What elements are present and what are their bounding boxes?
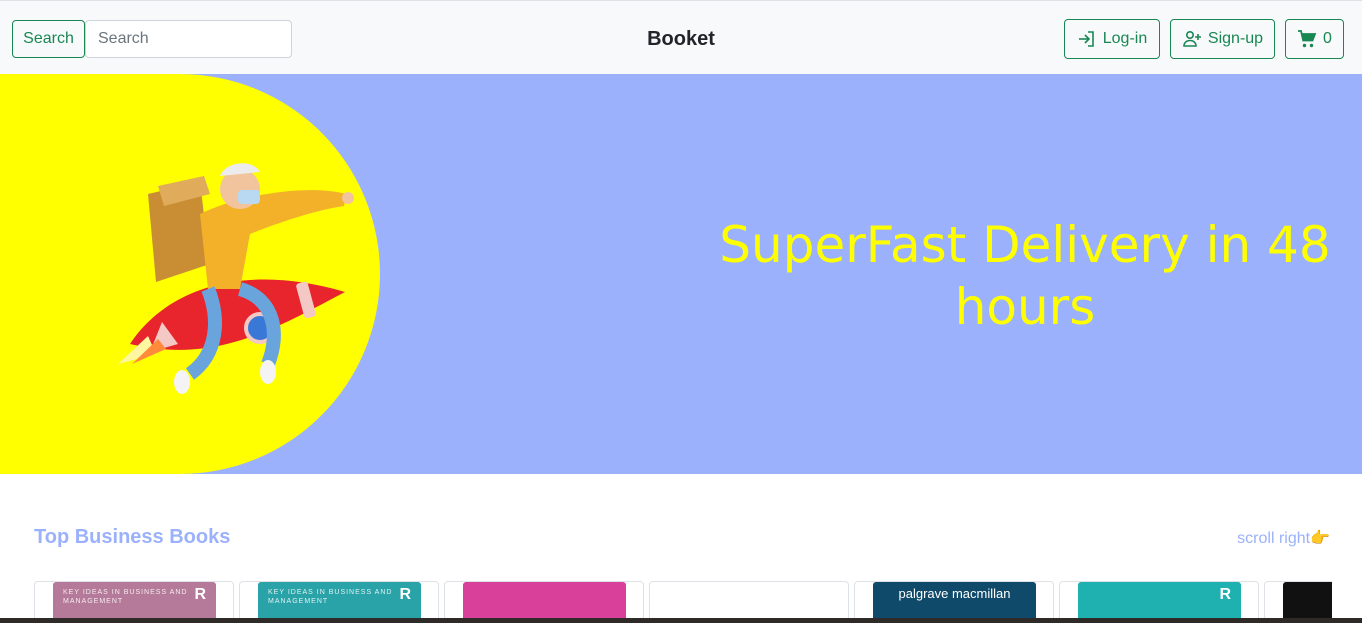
delivery-rocket-illustration xyxy=(118,163,354,394)
book-card[interactable]: KEY IDEAS IN BUSINESS AND MANAGEMENT R xyxy=(34,581,234,623)
publisher-logo: R xyxy=(1219,586,1231,603)
cover-title: KEY IDEAS IN BUSINESS AND MANAGEMENT xyxy=(268,589,393,605)
book-cover[interactable] xyxy=(1283,582,1332,622)
hero-banner: SuperFast Delivery in 48 hours xyxy=(0,74,1362,474)
book-cover[interactable]: KEY IDEAS IN BUSINESS AND MANAGEMENT R xyxy=(53,582,216,622)
person-plus-icon xyxy=(1183,30,1201,47)
book-cover[interactable]: KEY IDEAS IN BUSINESS AND MANAGEMENT R xyxy=(258,582,421,622)
book-carousel[interactable]: KEY IDEAS IN BUSINESS AND MANAGEMENT R K… xyxy=(34,581,1332,623)
cart-count: 0 xyxy=(1323,30,1332,47)
book-card[interactable] xyxy=(444,581,644,623)
book-card[interactable]: R xyxy=(1059,581,1259,623)
login-button[interactable]: Log-in xyxy=(1064,19,1160,59)
cart-icon xyxy=(1298,30,1317,48)
signup-button[interactable]: Sign-up xyxy=(1170,19,1275,59)
book-card[interactable]: KEY IDEAS IN BUSINESS AND MANAGEMENT R xyxy=(239,581,439,623)
navbar: Search Booket Log-in Sign-up 0 xyxy=(0,0,1362,74)
book-card[interactable]: palgrave macmillan xyxy=(854,581,1054,623)
publisher-logo: R xyxy=(399,586,411,603)
publisher-name: palgrave macmillan xyxy=(898,586,1011,601)
login-icon xyxy=(1078,31,1094,47)
cover-title: KEY IDEAS IN BUSINESS AND MANAGEMENT xyxy=(63,589,188,605)
book-cover[interactable] xyxy=(668,582,831,622)
search-input[interactable] xyxy=(85,20,292,58)
scroll-hint: scroll right👉 xyxy=(1237,530,1330,547)
book-card[interactable] xyxy=(1264,581,1332,623)
login-label: Log-in xyxy=(1102,30,1148,47)
hero-headline: SuperFast Delivery in 48 hours xyxy=(719,216,1331,336)
search-button[interactable]: Search xyxy=(12,20,85,58)
publisher-logo: R xyxy=(194,586,206,603)
book-cover[interactable]: R xyxy=(1078,582,1241,622)
book-cover[interactable]: palgrave macmillan xyxy=(873,582,1036,622)
cart-button[interactable]: 0 xyxy=(1285,19,1344,59)
bottom-strip xyxy=(0,618,1362,623)
section-title: Top Business Books xyxy=(34,526,231,548)
book-card[interactable] xyxy=(649,581,849,623)
book-cover[interactable] xyxy=(463,582,626,622)
signup-label: Sign-up xyxy=(1207,30,1264,47)
